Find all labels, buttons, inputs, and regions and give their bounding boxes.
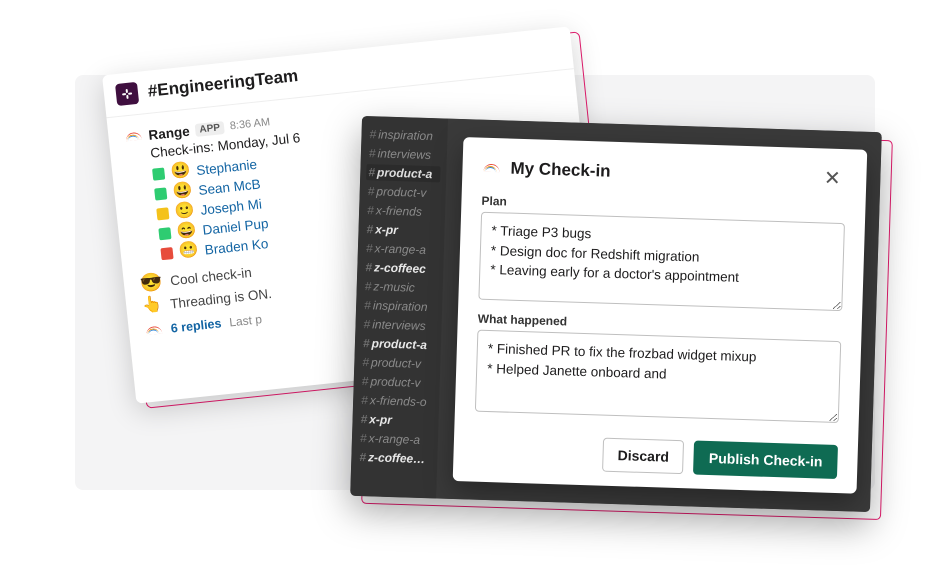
- hash-icon: #: [362, 374, 369, 388]
- hash-icon: #: [359, 450, 366, 464]
- app-tag: APP: [195, 121, 225, 137]
- sidebar-channel-item[interactable]: #product-v: [360, 373, 434, 391]
- status-square-icon: [158, 227, 171, 240]
- hash-icon: #: [360, 412, 367, 426]
- mood-emoji-icon: 😃: [172, 183, 193, 201]
- hash-icon: #: [369, 127, 376, 141]
- close-button[interactable]: ✕: [818, 164, 847, 193]
- threading-text: Threading is ON.: [169, 285, 272, 311]
- status-square-icon: [152, 167, 165, 180]
- person-link[interactable]: Braden Ko: [204, 236, 269, 258]
- checkin-modal: My Check-in ✕ Plan What happened Discard…: [453, 137, 868, 494]
- sidebar-channel-item[interactable]: #z-coffeec: [363, 259, 437, 277]
- range-app-icon: [124, 127, 144, 147]
- hash-icon: #: [368, 184, 375, 198]
- app-window: #inspiration#interviews#product-a#produc…: [350, 116, 882, 512]
- plan-textarea[interactable]: [478, 212, 845, 311]
- sidebar-channel-item[interactable]: #product-v: [365, 183, 439, 201]
- cool-checkin-text: Cool check-in: [169, 264, 252, 287]
- hash-icon: #: [368, 165, 375, 179]
- mood-emoji-icon: 😬: [178, 242, 199, 260]
- hash-icon: #: [367, 203, 374, 217]
- hash-icon: #: [366, 222, 373, 236]
- hash-icon: #: [361, 393, 368, 407]
- sidebar-channel-item[interactable]: #x-range-a: [358, 430, 432, 448]
- sidebar-channel-item[interactable]: #x-pr: [364, 221, 438, 239]
- status-square-icon: [154, 187, 167, 200]
- hash-icon: #: [360, 431, 367, 445]
- person-link[interactable]: Stephanie: [196, 156, 258, 177]
- sidebar-channel-item[interactable]: #inspiration: [367, 126, 441, 144]
- close-icon: ✕: [824, 167, 841, 190]
- channel-sidebar: #inspiration#interviews#product-a#produc…: [350, 116, 448, 499]
- publish-button[interactable]: Publish Check-in: [693, 441, 838, 479]
- sidebar-channel-item[interactable]: #interviews: [361, 316, 435, 334]
- sidebar-channel-item[interactable]: #x-friends-o: [359, 392, 433, 410]
- cool-emoji-icon: 😎: [139, 272, 163, 292]
- sidebar-channel-item[interactable]: #x-range-a: [364, 240, 438, 258]
- happened-textarea[interactable]: [475, 330, 841, 423]
- replies-link[interactable]: 6 replies: [170, 316, 222, 335]
- sidebar-channel-item[interactable]: #product-a: [361, 335, 435, 353]
- hash-icon: #: [369, 146, 376, 160]
- sidebar-channel-item[interactable]: #x-friends: [365, 202, 439, 220]
- sidebar-channel-item[interactable]: #z-coffeecooler: [357, 449, 431, 467]
- point-up-icon: 👆: [142, 296, 163, 314]
- person-link[interactable]: Joseph Mi: [200, 196, 263, 217]
- hash-icon: #: [363, 336, 370, 350]
- sidebar-channel-item[interactable]: #interviews: [367, 145, 441, 163]
- sidebar-channel-item[interactable]: #product-v: [360, 354, 434, 372]
- status-square-icon: [160, 247, 173, 260]
- mood-emoji-icon: 😃: [170, 163, 191, 181]
- sidebar-channel-item[interactable]: #product-a: [366, 164, 440, 182]
- mood-emoji-icon: 🙂: [174, 203, 195, 221]
- hash-icon: #: [366, 241, 373, 255]
- replies-last: Last p: [229, 312, 263, 329]
- status-square-icon: [156, 207, 169, 220]
- mood-emoji-icon: 😄: [176, 222, 197, 240]
- channel-name[interactable]: #EngineeringTeam: [147, 66, 299, 102]
- hash-icon: #: [364, 298, 371, 312]
- message-timestamp: 8:36 AM: [229, 116, 270, 132]
- range-reply-icon: [144, 321, 164, 341]
- sidebar-channel-item[interactable]: #z-music: [363, 278, 437, 296]
- discard-button[interactable]: Discard: [602, 438, 684, 475]
- app-name: Range: [148, 123, 191, 142]
- range-modal-icon: [482, 159, 501, 178]
- sidebar-channel-item[interactable]: #x-pr: [358, 411, 432, 429]
- modal-backdrop: My Check-in ✕ Plan What happened Discard…: [436, 119, 882, 512]
- person-link[interactable]: Daniel Pup: [202, 215, 269, 237]
- person-link[interactable]: Sean McB: [198, 176, 262, 197]
- slack-logo-icon: [115, 82, 139, 106]
- sidebar-channel-item[interactable]: #inspiration: [362, 297, 436, 315]
- hash-icon: #: [365, 279, 372, 293]
- hash-icon: #: [363, 317, 370, 331]
- hash-icon: #: [365, 260, 372, 274]
- modal-title: My Check-in: [510, 159, 611, 182]
- hash-icon: #: [362, 355, 369, 369]
